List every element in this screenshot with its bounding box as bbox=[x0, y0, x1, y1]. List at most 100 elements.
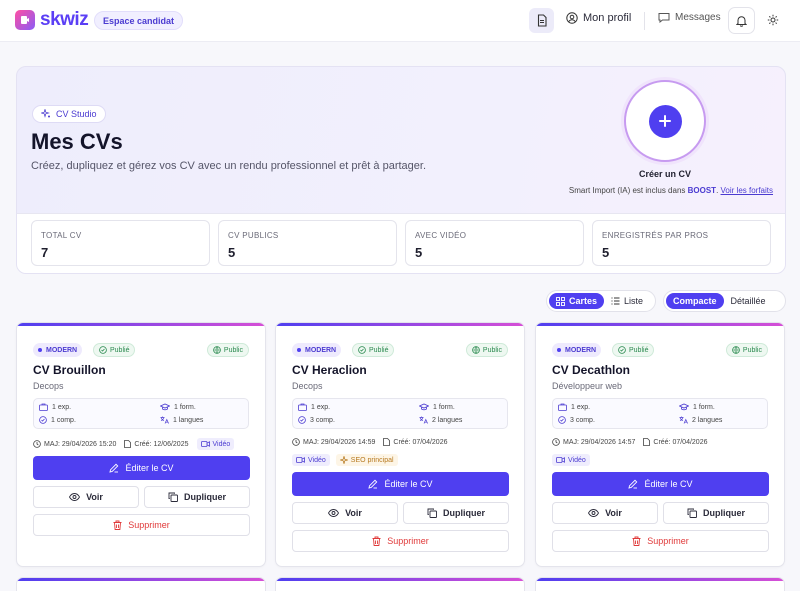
eye-icon bbox=[328, 509, 340, 517]
duplicate-cv-button[interactable]: Dupliquer bbox=[663, 502, 769, 524]
formation-count: 1 form. bbox=[679, 403, 715, 411]
experience-count: 1 exp. bbox=[558, 403, 590, 411]
languages-label: 2 langues bbox=[692, 416, 723, 424]
created-date: Créé: 12/06/2025 bbox=[134, 440, 189, 448]
experience-count: 1 exp. bbox=[39, 403, 71, 411]
stat-label: CV PUBLICS bbox=[228, 231, 279, 240]
edit-cv-label: Éditer le CV bbox=[644, 479, 693, 489]
template-label: MODERN bbox=[305, 346, 337, 354]
delete-cv-label: Supprimer bbox=[128, 520, 170, 530]
experience-label: 1 exp. bbox=[52, 403, 72, 411]
cv-subtitle: Développeur web bbox=[552, 381, 623, 391]
view-cv-button[interactable]: Voir bbox=[292, 502, 398, 524]
delete-cv-button[interactable]: Supprimer bbox=[33, 514, 250, 536]
check-circle-icon bbox=[358, 346, 366, 354]
delete-cv-button[interactable]: Supprimer bbox=[552, 530, 769, 552]
list-icon bbox=[611, 297, 620, 305]
stats-strip: TOTAL CV 7 CV PUBLICS 5 AVEC VIDÉO 5 ENR… bbox=[17, 213, 785, 273]
video-tag-label: Vidéo bbox=[568, 456, 586, 464]
cv-title[interactable]: CV Decathlon bbox=[552, 363, 630, 377]
gear-icon bbox=[767, 14, 779, 26]
cv-stats-box: 1 exp. 1 form. 1 comp. 1 langues bbox=[33, 398, 249, 429]
translate-icon bbox=[679, 416, 688, 424]
settings-button[interactable] bbox=[767, 13, 779, 31]
view-mode-toggle: Cartes Liste bbox=[546, 290, 656, 312]
chat-icon bbox=[658, 13, 670, 23]
cv-dates: MAJ: 29/04/2026 14:57 Créé: 07/04/2026 bbox=[552, 438, 708, 446]
cv-title[interactable]: CV Heraclion bbox=[292, 363, 367, 377]
cv-stats-box: 1 exp. 1 form. 3 comp. 2 langues bbox=[292, 398, 508, 429]
edit-cv-button[interactable]: Éditer le CV bbox=[552, 472, 769, 496]
status-badge: Publié bbox=[352, 343, 395, 357]
view-list-option[interactable]: Liste bbox=[604, 293, 650, 309]
view-plans-link[interactable]: Voir les forfaits bbox=[721, 186, 773, 195]
sparkle-icon bbox=[339, 456, 348, 464]
stat-public-cv: CV PUBLICS 5 bbox=[218, 220, 397, 266]
create-cv-button[interactable] bbox=[624, 80, 706, 162]
space-badge[interactable]: Espace candidat bbox=[94, 11, 184, 30]
plus-icon bbox=[648, 104, 682, 138]
smart-import-note: Smart Import (IA) est inclus dans BOOST.… bbox=[537, 186, 773, 195]
cv-subtitle: Decops bbox=[33, 381, 64, 391]
check-circle-icon bbox=[298, 416, 306, 424]
cv-studio-label: CV Studio bbox=[56, 109, 97, 119]
graduation-cap-icon bbox=[679, 403, 689, 411]
status-label: Publié bbox=[369, 346, 389, 354]
nav-profile-label: Mon profil bbox=[583, 12, 632, 24]
view-cv-button[interactable]: Voir bbox=[552, 502, 658, 524]
brand-name: skwiz bbox=[40, 9, 89, 30]
status-label: Publié bbox=[110, 346, 130, 354]
duplicate-cv-button[interactable]: Dupliquer bbox=[144, 486, 250, 508]
eye-icon bbox=[69, 493, 81, 501]
user-circle-icon bbox=[566, 12, 578, 24]
cv-studio-chip: CV Studio bbox=[32, 105, 106, 123]
density-detailed-option[interactable]: Détaillée bbox=[724, 293, 773, 309]
template-badge: MODERN bbox=[292, 343, 342, 357]
check-circle-icon bbox=[558, 416, 566, 424]
cv-stats-box: 1 exp. 1 form. 3 comp. 2 langues bbox=[552, 398, 768, 429]
updated-date: MAJ: 29/04/2026 14:57 bbox=[563, 438, 636, 446]
experience-label: 1 exp. bbox=[311, 403, 331, 411]
cv-card-partial bbox=[275, 577, 525, 591]
duplicate-cv-button[interactable]: Dupliquer bbox=[403, 502, 509, 524]
graduation-cap-icon bbox=[160, 403, 170, 411]
skills-label: 3 comp. bbox=[570, 416, 595, 424]
cv-nav-button[interactable] bbox=[529, 8, 554, 33]
nav-messages-link[interactable]: Messages bbox=[658, 12, 721, 23]
notifications-button[interactable] bbox=[728, 7, 755, 34]
eye-icon bbox=[588, 509, 600, 517]
template-label: MODERN bbox=[565, 346, 597, 354]
experience-label: 1 exp. bbox=[571, 403, 591, 411]
languages-label: 2 langues bbox=[432, 416, 463, 424]
view-cv-label: Voir bbox=[345, 508, 362, 518]
density-toggle: Compacte Détaillée bbox=[663, 290, 786, 312]
duplicate-cv-label: Dupliquer bbox=[443, 508, 485, 518]
cv-tags: Vidéo SEO principal bbox=[292, 454, 398, 466]
video-tag: Vidéo bbox=[552, 454, 590, 466]
cv-dates: MAJ: 29/04/2026 14:59 Créé: 07/04/2026 bbox=[292, 438, 448, 446]
video-icon bbox=[296, 457, 305, 463]
skills-count: 3 comp. bbox=[558, 416, 595, 424]
edit-cv-label: Éditer le CV bbox=[384, 479, 433, 489]
density-compact-option[interactable]: Compacte bbox=[666, 293, 724, 309]
view-cv-button[interactable]: Voir bbox=[33, 486, 139, 508]
languages-count: 2 langues bbox=[419, 416, 462, 424]
boost-label: BOOST bbox=[687, 186, 717, 195]
cv-title[interactable]: CV Brouillon bbox=[33, 363, 106, 377]
create-cv-label[interactable]: Créer un CV bbox=[617, 169, 713, 179]
brand-logo[interactable]: skwiz bbox=[15, 9, 89, 30]
document-icon bbox=[537, 14, 547, 27]
delete-cv-button[interactable]: Supprimer bbox=[292, 530, 509, 552]
view-cards-option[interactable]: Cartes bbox=[549, 293, 605, 309]
experience-count: 1 exp. bbox=[298, 403, 330, 411]
video-icon bbox=[556, 457, 565, 463]
nav-profile-link[interactable]: Mon profil bbox=[566, 12, 631, 24]
stat-with-video: AVEC VIDÉO 5 bbox=[405, 220, 584, 266]
seo-tag: SEO principal bbox=[335, 454, 398, 466]
dot-icon bbox=[38, 348, 42, 352]
page-title: Mes CVs bbox=[31, 129, 123, 154]
trash-icon bbox=[632, 536, 641, 546]
edit-cv-button[interactable]: Éditer le CV bbox=[292, 472, 509, 496]
cv-subtitle: Decops bbox=[292, 381, 323, 391]
edit-cv-button[interactable]: Éditer le CV bbox=[33, 456, 250, 480]
